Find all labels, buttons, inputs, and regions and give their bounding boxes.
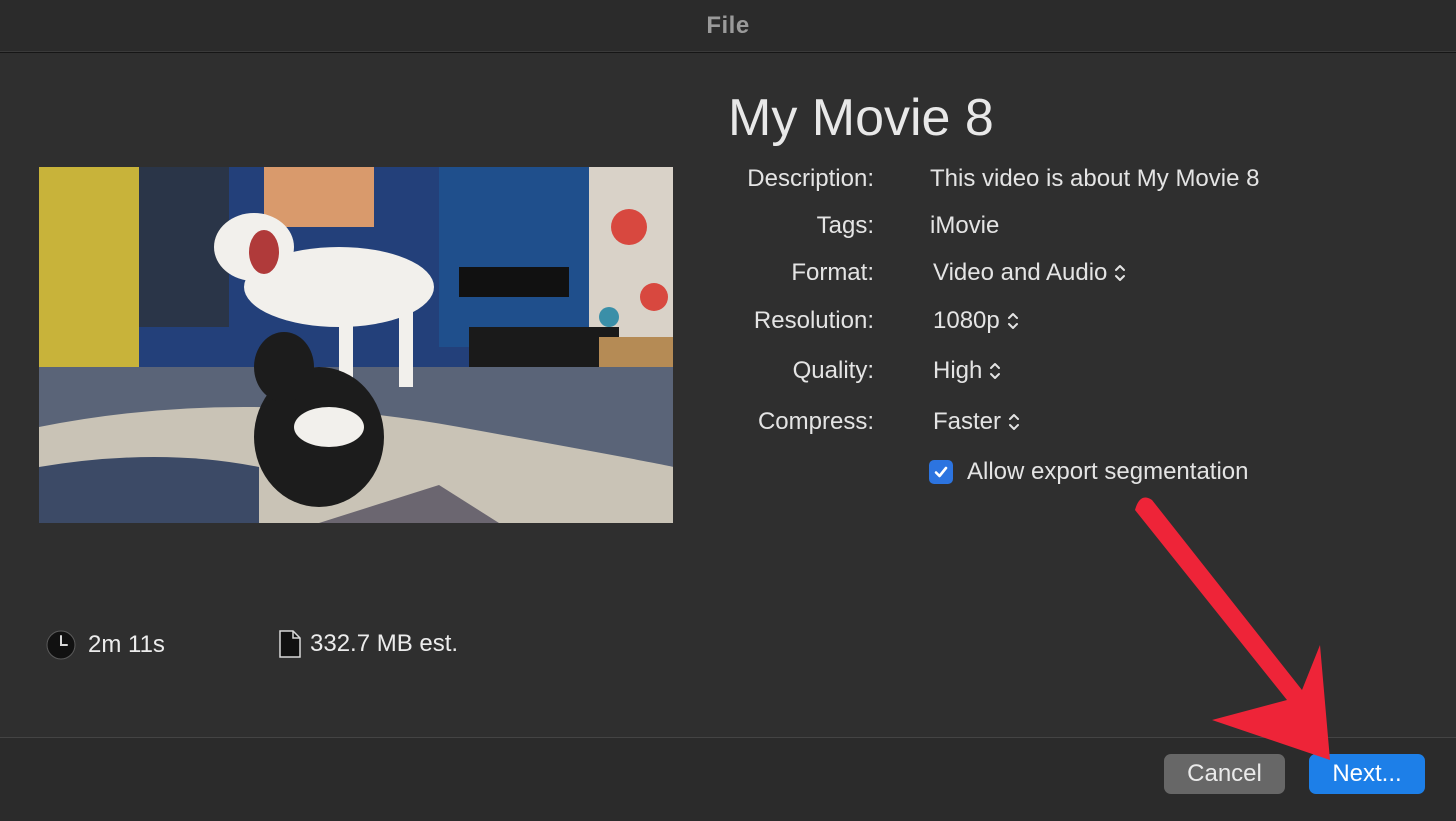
tags-field[interactable]: iMovie — [930, 209, 999, 243]
description-field[interactable]: This video is about My Movie 8 — [930, 162, 1259, 196]
next-button[interactable]: Next... — [1309, 754, 1425, 794]
format-value: Video and Audio — [933, 259, 1108, 286]
filesize-stat: 332.7 MB est. — [279, 630, 458, 658]
resolution-value: 1080p — [933, 307, 1000, 334]
description-label: Description: — [747, 165, 874, 192]
resolution-label: Resolution: — [753, 307, 874, 334]
quality-value: High — [933, 357, 983, 384]
quality-label: Quality: — [792, 357, 874, 384]
tags-row: Tags: iMovie — [600, 209, 1420, 243]
movie-title: My Movie 8 — [728, 89, 994, 147]
segmentation-checkbox[interactable] — [929, 460, 953, 484]
description-row: Description: This video is about My Movi… — [600, 162, 1420, 196]
window-titlebar: File — [0, 0, 1456, 53]
cancel-button[interactable]: Cancel — [1164, 754, 1285, 794]
quality-popup[interactable]: High — [933, 354, 1002, 388]
chevron-updown-icon — [1009, 414, 1020, 430]
segmentation-label: Allow export segmentation — [967, 458, 1249, 485]
video-thumbnail — [39, 167, 673, 523]
tags-label: Tags: — [816, 212, 874, 239]
resolution-popup[interactable]: 1080p — [933, 304, 1020, 338]
format-popup[interactable]: Video and Audio — [933, 256, 1127, 290]
duration-stat: 2m 11s — [46, 630, 165, 660]
compress-value: Faster — [933, 408, 1002, 435]
chevron-updown-icon — [1007, 313, 1018, 329]
compress-label: Compress: — [757, 408, 874, 435]
format-label: Format: — [791, 259, 874, 286]
chevron-updown-icon — [990, 363, 1001, 379]
dialog-footer: Cancel Next... — [0, 737, 1456, 821]
format-row: Format: Video and Audio — [600, 256, 1420, 290]
compress-row: Compress: Faster — [600, 405, 1420, 439]
quality-row: Quality: High — [600, 354, 1420, 388]
document-icon — [279, 630, 301, 658]
filesize-text: 332.7 MB est. — [310, 630, 459, 657]
window-title: File — [706, 12, 750, 39]
clock-icon — [46, 630, 76, 660]
resolution-row: Resolution: 1080p — [600, 304, 1420, 338]
compress-popup[interactable]: Faster — [933, 405, 1021, 439]
checkmark-icon — [934, 466, 948, 478]
duration-text: 2m 11s — [88, 631, 165, 658]
segmentation-option[interactable]: Allow export segmentation — [929, 458, 1248, 486]
chevron-updown-icon — [1115, 265, 1126, 281]
